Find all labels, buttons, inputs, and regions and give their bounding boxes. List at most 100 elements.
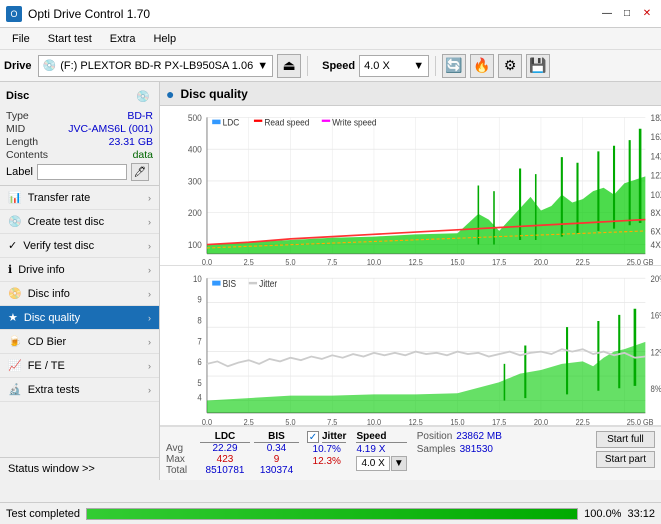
svg-text:300: 300 <box>188 176 202 186</box>
chart-ldc: 500 400 300 200 100 18X 16X 14X 12X 10X … <box>160 106 661 266</box>
sidebar-item-transfer-rate[interactable]: 📊 Transfer rate › <box>0 186 159 210</box>
app-icon: O <box>6 6 22 22</box>
sidebar-item-create-test-disc[interactable]: 💿 Create test disc › <box>0 210 159 234</box>
svg-text:Write speed: Write speed <box>332 117 377 127</box>
speed-dropdown-arrow[interactable]: ▼ <box>413 60 424 72</box>
disc-contents-label: Contents <box>6 149 48 161</box>
svg-text:10: 10 <box>193 273 202 284</box>
verify-test-disc-icon: ✓ <box>8 239 17 252</box>
status-text: Test completed <box>6 508 80 520</box>
settings-button[interactable]: ⚙ <box>498 54 522 78</box>
menu-file[interactable]: File <box>4 31 38 47</box>
disc-length-label: Length <box>6 136 38 148</box>
disc-length-value: 23.31 GB <box>109 136 153 148</box>
svg-text:6: 6 <box>197 356 202 367</box>
chart-ldc-svg: 500 400 300 200 100 18X 16X 14X 12X 10X … <box>160 106 661 265</box>
drive-dropdown-arrow[interactable]: ▼ <box>257 60 268 72</box>
svg-text:17.5: 17.5 <box>492 258 506 265</box>
disc-label-btn[interactable]: 🖊 <box>131 163 149 181</box>
svg-text:7: 7 <box>197 336 202 347</box>
svg-text:10.0: 10.0 <box>367 258 381 265</box>
stats-empty <box>166 431 196 443</box>
chart-title: Disc quality <box>180 87 247 101</box>
position-label: Position <box>417 431 453 442</box>
svg-text:5: 5 <box>197 377 202 388</box>
speed-val: 4.19 X <box>356 444 406 455</box>
svg-text:17.5: 17.5 <box>492 417 507 425</box>
menu-help[interactable]: Help <box>145 31 184 47</box>
jitter-checkbox[interactable]: ✓ <box>307 431 319 443</box>
burn-button[interactable]: 🔥 <box>470 54 494 78</box>
disc-quality-chevron: › <box>148 313 151 323</box>
svg-text:0.0: 0.0 <box>202 417 213 425</box>
stats-total-label: Total <box>166 465 196 476</box>
eject-button[interactable]: ⏏ <box>277 54 301 78</box>
sidebar-bottom: Status window >> <box>0 457 159 480</box>
sidebar-item-extra-tests[interactable]: 🔬 Extra tests › <box>0 378 159 402</box>
fe-te-chevron: › <box>148 361 151 371</box>
speed-selector[interactable]: 4.0 X ▼ <box>359 55 429 77</box>
maximize-button[interactable]: □ <box>619 6 635 22</box>
position-val: 23862 MB <box>456 431 502 442</box>
verify-test-disc-label: Verify test disc <box>23 240 94 252</box>
svg-text:20.0: 20.0 <box>534 258 548 265</box>
svg-text:16X: 16X <box>651 132 661 142</box>
sidebar-item-verify-test-disc[interactable]: ✓ Verify test disc › <box>0 234 159 258</box>
svg-text:25.0 GB: 25.0 GB <box>627 258 654 265</box>
disc-label-text: Label <box>6 166 33 178</box>
jitter-section: ✓ Jitter 10.7% 12.3% <box>307 431 346 467</box>
sidebar-item-cd-bier[interactable]: 🍺 CD Bier › <box>0 330 159 354</box>
svg-text:20.0: 20.0 <box>534 417 549 425</box>
stats-max-label: Max <box>166 454 196 465</box>
main-layout: Disc 💿 Type BD-R MID JVC-AMS6L (001) Len… <box>0 82 661 480</box>
status-window-button[interactable]: Status window >> <box>0 458 159 480</box>
menu-start-test[interactable]: Start test <box>40 31 100 47</box>
stats-ldc-total: 8510781 <box>200 465 250 476</box>
elapsed-time: 33:12 <box>627 508 655 520</box>
extra-tests-label: Extra tests <box>28 384 80 396</box>
svg-text:6X: 6X <box>651 226 661 236</box>
sidebar-item-disc-quality[interactable]: ★ Disc quality › <box>0 306 159 330</box>
start-buttons: Start full Start part <box>596 431 655 468</box>
svg-text:10.0: 10.0 <box>367 417 382 425</box>
disc-mid-value: JVC-AMS6L (001) <box>68 123 153 135</box>
start-full-button[interactable]: Start full <box>596 431 655 448</box>
extra-tests-chevron: › <box>148 385 151 395</box>
stats-ldc-max: 423 <box>200 454 250 465</box>
minimize-button[interactable]: — <box>599 6 615 22</box>
separator-2 <box>435 56 436 76</box>
fe-te-icon: 📈 <box>8 359 22 372</box>
samples-label: Samples <box>417 444 456 455</box>
sidebar-item-disc-info[interactable]: 📀 Disc info › <box>0 282 159 306</box>
close-button[interactable]: ✕ <box>639 6 655 22</box>
speed-dropdown-btn[interactable]: ▼ <box>391 456 407 471</box>
disc-panel-icon: 💿 <box>133 86 153 106</box>
svg-text:0.0: 0.0 <box>202 258 212 265</box>
progress-bar-container <box>86 508 578 520</box>
toolbar: Drive 💿 (F:) PLEXTOR BD-R PX-LB950SA 1.0… <box>0 50 661 82</box>
sidebar-item-fe-te[interactable]: 📈 FE / TE › <box>0 354 159 378</box>
menu-extra[interactable]: Extra <box>102 31 144 47</box>
svg-text:22.5: 22.5 <box>576 417 591 425</box>
stats-avg-label: Avg <box>166 443 196 454</box>
sidebar-item-drive-info[interactable]: ℹ Drive info › <box>0 258 159 282</box>
disc-length-row: Length 23.31 GB <box>6 136 153 148</box>
stats-bis-total: 130374 <box>254 465 299 476</box>
svg-text:12.5: 12.5 <box>409 417 424 425</box>
window-controls: — □ ✕ <box>599 6 655 22</box>
stats-table: LDC BIS Avg 22.29 0.34 Max 423 9 Total 8… <box>166 431 299 476</box>
samples-val: 381530 <box>460 444 493 455</box>
svg-text:5.0: 5.0 <box>285 417 296 425</box>
fe-te-label: FE / TE <box>28 360 65 372</box>
start-part-button[interactable]: Start part <box>596 451 655 468</box>
stats-bis-avg: 0.34 <box>254 443 299 454</box>
refresh-button[interactable]: 🔄 <box>442 54 466 78</box>
chart-header: ● Disc quality <box>160 82 661 106</box>
drive-selector[interactable]: 💿 (F:) PLEXTOR BD-R PX-LB950SA 1.06 ▼ <box>38 55 274 77</box>
progress-percent: 100.0% <box>584 508 621 520</box>
disc-label-input[interactable] <box>37 164 127 180</box>
svg-text:Jitter: Jitter <box>259 278 277 289</box>
verify-test-disc-chevron: › <box>148 241 151 251</box>
menubar: File Start test Extra Help <box>0 28 661 50</box>
save-button[interactable]: 💾 <box>526 54 550 78</box>
